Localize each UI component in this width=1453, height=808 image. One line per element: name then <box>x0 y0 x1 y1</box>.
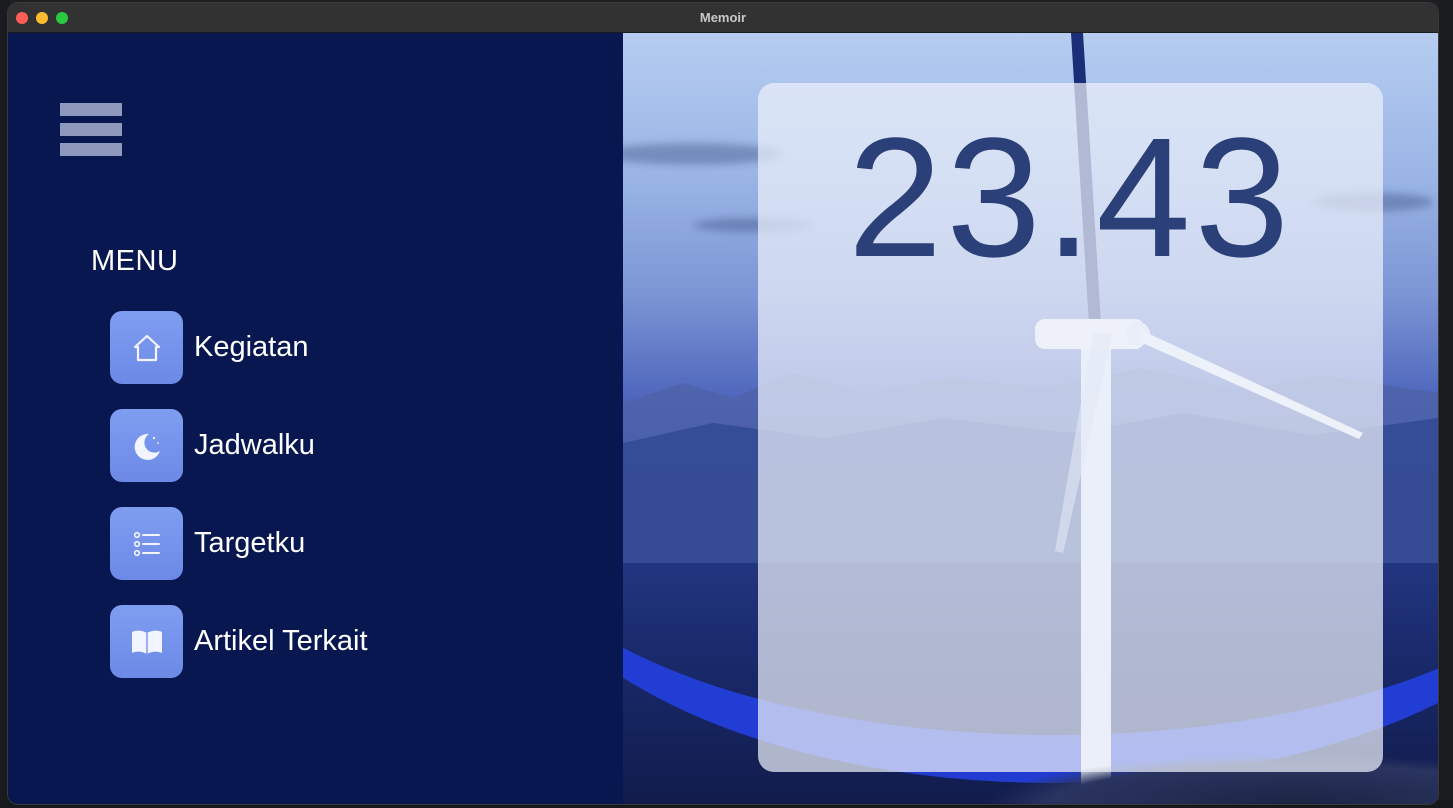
hamburger-menu-icon[interactable] <box>60 103 122 159</box>
home-icon <box>110 311 183 384</box>
window-title: Memoir <box>699 10 747 25</box>
title-bar: Memoir <box>8 3 1438 33</box>
menu-item-label: Jadwalku <box>194 429 315 461</box>
menu-item-jadwalku[interactable]: Jadwalku <box>110 409 315 482</box>
sidebar: MENU Kegiatan Jadwalku Targetku Artikel … <box>8 33 623 804</box>
app-content: MENU Kegiatan Jadwalku Targetku Artikel … <box>8 33 1438 804</box>
menu-item-targetku[interactable]: Targetku <box>110 507 305 580</box>
menu-item-artikel-terkait[interactable]: Artikel Terkait <box>110 605 368 678</box>
menu-item-label: Kegiatan <box>194 331 309 363</box>
app-window: Memoir MENU Kegiatan Jadwalku Targetku A… <box>8 3 1438 804</box>
desktop-background <box>1439 0 1453 808</box>
menu-item-kegiatan[interactable]: Kegiatan <box>110 311 309 384</box>
menu-heading: MENU <box>91 245 179 277</box>
menu-item-label: Targetku <box>194 527 306 559</box>
book-icon <box>110 605 183 678</box>
menu-item-label: Artikel Terkait <box>194 625 368 657</box>
moon-icon <box>110 409 183 482</box>
background-image-panel: 23.43 <box>623 33 1438 804</box>
clock-display: 23.43 <box>847 103 1294 293</box>
list-icon <box>110 507 183 580</box>
